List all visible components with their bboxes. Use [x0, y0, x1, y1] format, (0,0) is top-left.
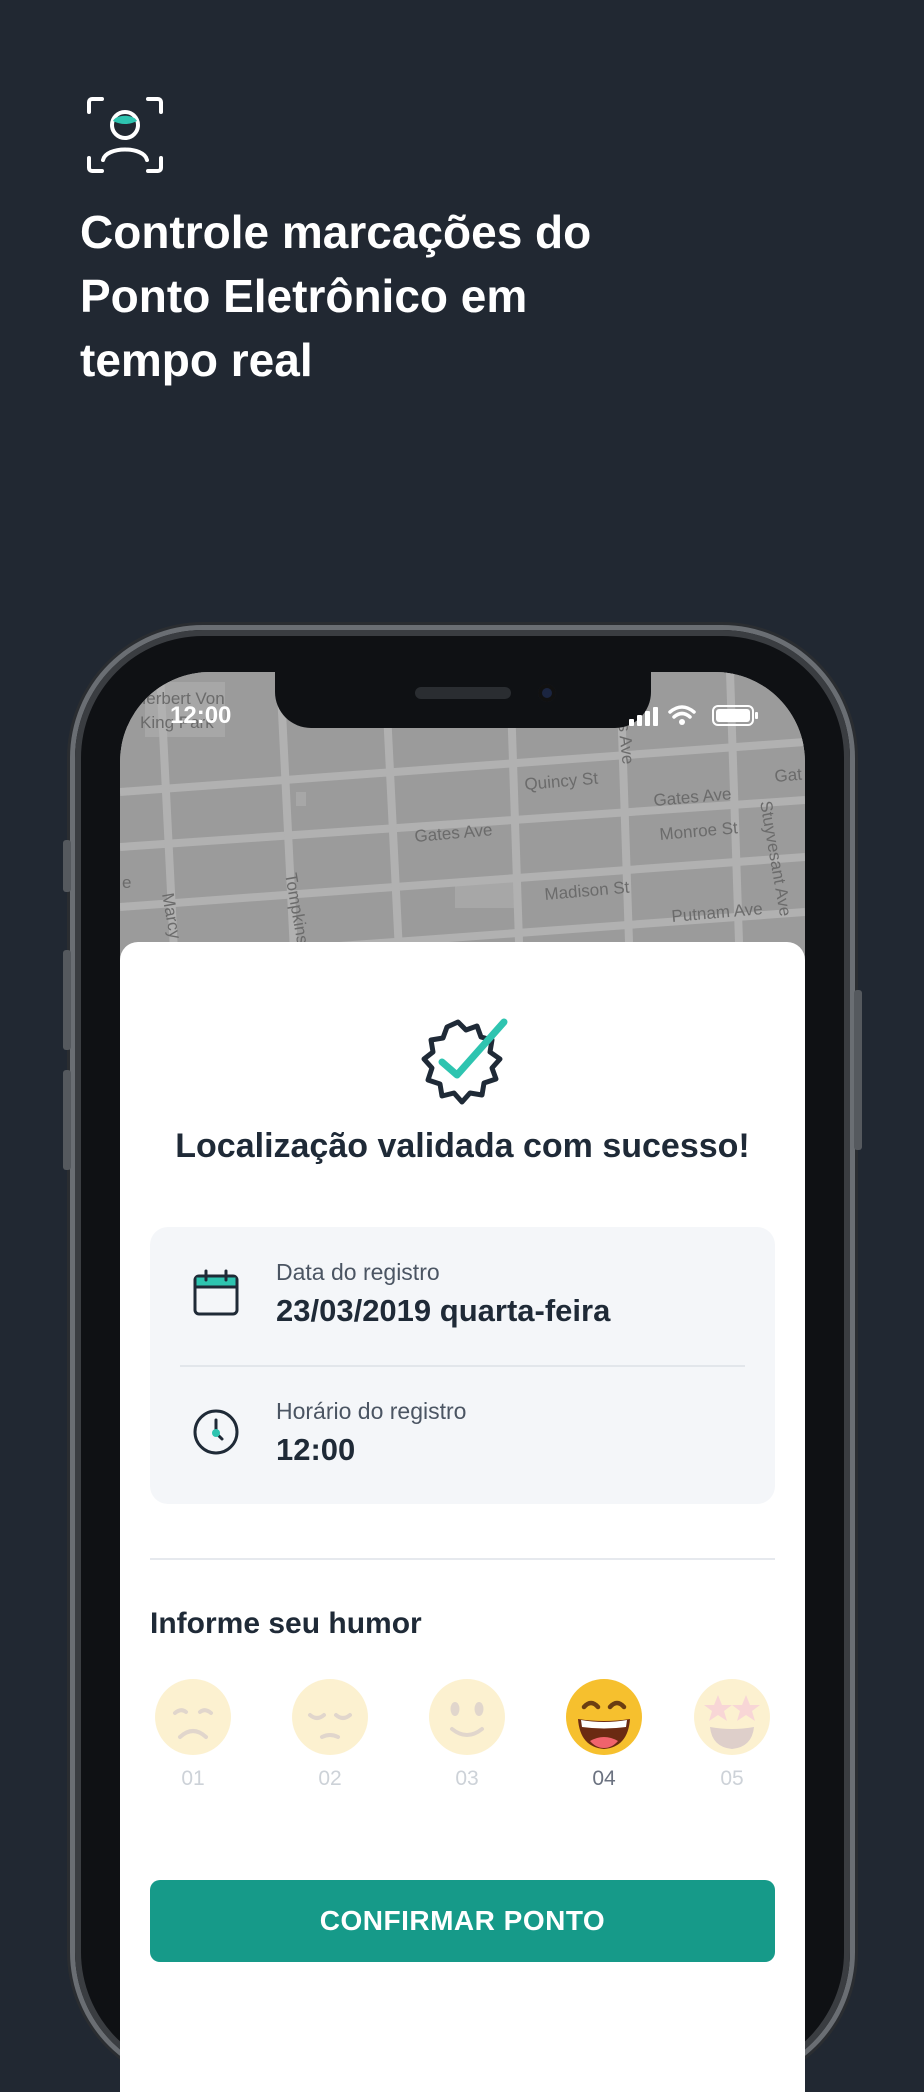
headline-line-1: Controle marcações do — [80, 206, 592, 258]
mood-number-02: 02 — [318, 1767, 342, 1790]
mood-option-05[interactable]: 05 — [689, 1677, 775, 1807]
slight-smile-face-icon — [429, 1679, 505, 1755]
wifi-icon — [668, 705, 696, 719]
calendar-icon — [193, 1269, 239, 1316]
power-button — [854, 990, 862, 1150]
time-row: Horário do registro 12:00 — [150, 1366, 775, 1504]
status-time: 12:00 — [170, 702, 232, 729]
grinning-face-icon — [566, 1679, 642, 1755]
headline-line-3: tempo real — [80, 334, 313, 386]
speaker-grille — [415, 687, 511, 699]
mood-number-05: 05 — [720, 1767, 744, 1790]
battery-icon — [712, 705, 758, 726]
date-row: Data do registro 23/03/2019 quarta-feira — [150, 1227, 775, 1365]
mood-number-01: 01 — [181, 1767, 205, 1790]
mood-number-04: 04 — [592, 1767, 616, 1790]
confirmation-sheet: Localização validada com sucesso! Data d… — [120, 942, 805, 2092]
mood-number-03: 03 — [455, 1767, 479, 1790]
mood-title: Informe seu humor — [150, 1607, 422, 1640]
signal-icon — [629, 707, 658, 726]
section-divider — [150, 1558, 775, 1560]
map-label-gates-3: Gat — [774, 765, 803, 786]
volume-up-button — [63, 950, 71, 1050]
volume-down-button — [63, 1070, 71, 1170]
headline-line-2: Ponto Eletrônico em — [80, 270, 528, 322]
badge-check-icon — [421, 1018, 508, 1105]
mood-selector: 01 02 03 04 05 — [150, 1677, 775, 1807]
success-title: Localização validada com sucesso! — [175, 1127, 750, 1165]
front-camera — [538, 684, 556, 702]
clock-icon — [193, 1409, 239, 1455]
date-label: Data do registro — [276, 1259, 440, 1285]
time-label: Horário do registro — [276, 1398, 467, 1424]
mood-option-01[interactable]: 01 — [150, 1677, 236, 1807]
map-label-fragment: e — [122, 873, 131, 892]
star-struck-face-icon — [694, 1679, 770, 1755]
confirm-button[interactable]: CONFIRMAR PONTO — [150, 1880, 775, 1962]
page-headline: Controle marcações do Ponto Eletrônico e… — [80, 200, 700, 392]
phone-notch — [275, 672, 651, 728]
time-value: 12:00 — [276, 1432, 356, 1467]
registro-info-card: Data do registro 23/03/2019 quarta-feira… — [150, 1227, 775, 1504]
mood-option-02[interactable]: 02 — [287, 1677, 373, 1807]
date-value: 23/03/2019 quarta-feira — [276, 1293, 611, 1328]
phone-screen: Herbert Von King Park Quincy St Gates Av… — [120, 672, 805, 2092]
sad-face-icon — [155, 1679, 231, 1755]
pensive-face-icon — [292, 1679, 368, 1755]
mood-option-04[interactable]: 04 — [561, 1677, 647, 1807]
phone-frame: Herbert Von King Park Quincy St Gates Av… — [63, 630, 862, 2092]
mood-option-03[interactable]: 03 — [424, 1677, 510, 1807]
status-icons — [629, 705, 758, 726]
mute-switch — [63, 840, 71, 892]
face-scan-icon — [87, 97, 163, 173]
